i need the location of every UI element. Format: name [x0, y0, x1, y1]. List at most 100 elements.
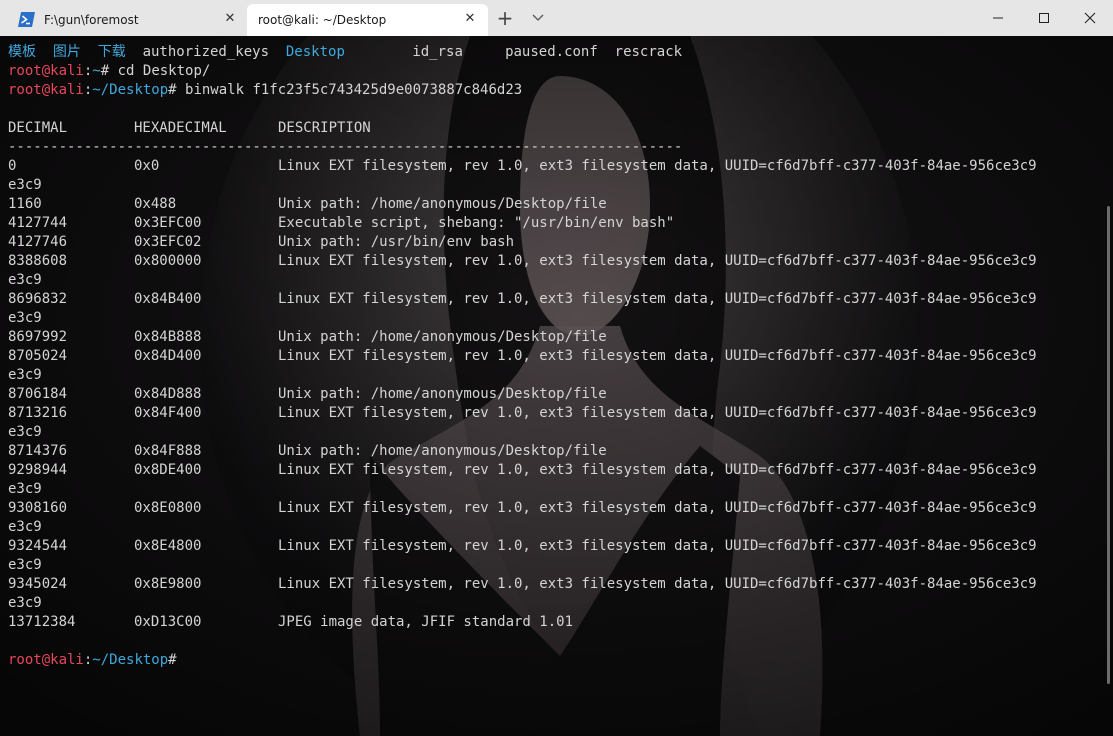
hex-cell: 0x84D400 [134, 348, 202, 364]
table-row: 9298944 0x8DE400 Linux EXT filesystem, rev… [8, 461, 1103, 480]
decimal-cell: 8388608 [8, 253, 68, 269]
decimal-cell: 9298944 [8, 462, 68, 478]
hex-cell: 0x84F400 [134, 405, 202, 421]
ls-file: paused.conf [505, 44, 598, 60]
description-cell: Linux EXT filesystem, rev 1.0, ext3 file… [278, 348, 1037, 364]
table-row: 9324544 0x8E4800 Linux EXT filesystem, rev… [8, 537, 1103, 556]
chevron-down-icon[interactable] [527, 6, 549, 30]
decimal-cell: 0 [8, 158, 17, 174]
hex-cell: 0x0 [134, 158, 160, 174]
decimal-cell: 8713216 [8, 405, 68, 421]
ls-folder: 下载 [97, 44, 126, 60]
new-tab-button[interactable]: + [494, 6, 516, 30]
description-cell: Unix path: /home/anonymous/Desktop/file [278, 443, 607, 459]
maximize-button[interactable] [1021, 0, 1067, 36]
table-row: 0 0x0 Linux EXT filesystem, rev 1.0, ext3 … [8, 157, 1103, 176]
command-line: root@kali:~/Desktop# binwalk f1fc23f5c74… [8, 81, 1103, 100]
description-cell: JPEG image data, JFIF standard 1.01 [278, 614, 574, 630]
hex-cell: 0x84D888 [134, 386, 202, 402]
table-row: 8705024 0x84D400 Linux EXT filesystem, rev… [8, 347, 1103, 366]
hex-cell: 0x84F888 [134, 443, 202, 459]
prompt-path: ~/Desktop [92, 82, 169, 98]
table-row: 8696832 0x84B400 Linux EXT filesystem, rev… [8, 290, 1103, 309]
wrapped-text: e3c9 [8, 367, 42, 383]
wrapped-text: e3c9 [8, 424, 42, 440]
tab-close-icon[interactable]: ✕ [222, 11, 238, 27]
hex-cell: 0x8DE400 [134, 462, 202, 478]
description-cell: Linux EXT filesystem, rev 1.0, ext3 file… [278, 291, 1037, 307]
description-cell: Unix path: /home/anonymous/Desktop/file [278, 196, 607, 212]
tab-bar: F:\gun\foremost ✕ root@kali: ~/Desktop ✕… [0, 0, 1113, 36]
terminal-output: 模板 图片 下载 authorized_keys Desktop id_rsa … [8, 43, 1103, 670]
hex-cell: 0x84B400 [134, 291, 202, 307]
tab-title: root@kali: ~/Desktop [258, 13, 387, 27]
decimal-cell: 8696832 [8, 291, 68, 307]
header-description: DESCRIPTION [278, 120, 371, 136]
table-rows: 0 0x0 Linux EXT filesystem, rev 1.0, ext3 … [8, 157, 1103, 632]
table-row: 8713216 0x84F400 Linux EXT filesystem, rev… [8, 404, 1103, 423]
wrapped-text: e3c9 [8, 519, 42, 535]
ls-output-line: 模板 图片 下载 authorized_keys Desktop id_rsa … [8, 43, 1103, 62]
table-row: 9308160 0x8E0800 Linux EXT filesystem, rev… [8, 499, 1103, 518]
header-hexadecimal: HEXADECIMAL [134, 120, 227, 136]
close-icon [1084, 12, 1096, 24]
table-row: 8714376 0x84F888 Unix path: /home/anonymou… [8, 442, 1103, 461]
hex-cell: 0x8E4800 [134, 538, 202, 554]
prompt-user: root@kali [8, 82, 84, 98]
wrapped-text: e3c9 [8, 310, 42, 326]
header-decimal: DECIMAL [8, 120, 68, 136]
terminal-window: F:\gun\foremost ✕ root@kali: ~/Desktop ✕… [0, 0, 1113, 736]
decimal-cell: 8697992 [8, 329, 68, 345]
decimal-cell: 1160 [8, 196, 42, 212]
description-cell: Unix path: /usr/bin/env bash [278, 234, 515, 250]
scrollbar-thumb[interactable] [1107, 206, 1110, 684]
hex-cell: 0x8E0800 [134, 500, 202, 516]
description-cell: Linux EXT filesystem, rev 1.0, ext3 file… [278, 253, 1037, 269]
decimal-cell: 9345024 [8, 576, 68, 592]
close-window-button[interactable] [1067, 0, 1113, 36]
ls-folder: 图片 [52, 44, 81, 60]
wrapped-text: e3c9 [8, 177, 42, 193]
decimal-cell: 9308160 [8, 500, 68, 516]
table-row: 4127744 0x3EFC00 Executable script, sheban… [8, 214, 1103, 233]
minimize-button[interactable] [975, 0, 1021, 36]
tab-title: F:\gun\foremost [44, 13, 139, 27]
hex-cell: 0x8E9800 [134, 576, 202, 592]
decimal-cell: 8705024 [8, 348, 68, 364]
tab-close-icon[interactable]: ✕ [462, 11, 478, 27]
hex-cell: 0x84B888 [134, 329, 202, 345]
tab-kali[interactable]: root@kali: ~/Desktop ✕ [247, 4, 488, 36]
decimal-cell: 4127746 [8, 234, 68, 250]
table-row: 1160 0x488 Unix path: /home/anonymous/Desk… [8, 195, 1103, 214]
command-text: cd Desktop/ [109, 63, 211, 79]
wrapped-text: e3c9 [8, 557, 42, 573]
prompt-symbol: # [168, 82, 177, 98]
description-cell: Unix path: /home/anonymous/Desktop/file [278, 386, 607, 402]
command-line[interactable]: root@kali:~/Desktop# [8, 651, 1103, 670]
hex-cell: 0xD13C00 [134, 614, 202, 630]
hex-cell: 0x800000 [134, 253, 202, 269]
description-cell: Linux EXT filesystem, rev 1.0, ext3 file… [278, 500, 1037, 516]
minimize-icon [993, 17, 1003, 19]
table-row: 8697992 0x84B888 Unix path: /home/anonymou… [8, 328, 1103, 347]
prompt-path: ~ [92, 63, 101, 79]
table-row: 13712384 0xD13C00 JPEG image data, JFIF st… [8, 613, 1103, 632]
command-text: binwalk f1fc23f5c743425d9e0073887c846d23 [176, 82, 523, 98]
table-row: 8388608 0x800000 Linux EXT filesystem, rev… [8, 252, 1103, 271]
decimal-cell: 9324544 [8, 538, 68, 554]
wrapped-text: e3c9 [8, 595, 42, 611]
wrapped-text: e3c9 [8, 481, 42, 497]
wrapped-text: e3c9 [8, 272, 42, 288]
hex-cell: 0x488 [134, 196, 177, 212]
tab-powershell[interactable]: F:\gun\foremost ✕ [8, 4, 246, 36]
description-cell: Linux EXT filesystem, rev 1.0, ext3 file… [278, 405, 1037, 421]
table-row: 8706184 0x84D888 Unix path: /home/anonymou… [8, 385, 1103, 404]
decimal-cell: 4127744 [8, 215, 68, 231]
terminal-pane[interactable]: 模板 图片 下载 authorized_keys Desktop id_rsa … [0, 36, 1113, 736]
decimal-cell: 8714376 [8, 443, 68, 459]
hex-cell: 0x3EFC00 [134, 215, 202, 231]
prompt-symbol: # [168, 652, 177, 668]
description-cell: Unix path: /home/anonymous/Desktop/file [278, 329, 607, 345]
